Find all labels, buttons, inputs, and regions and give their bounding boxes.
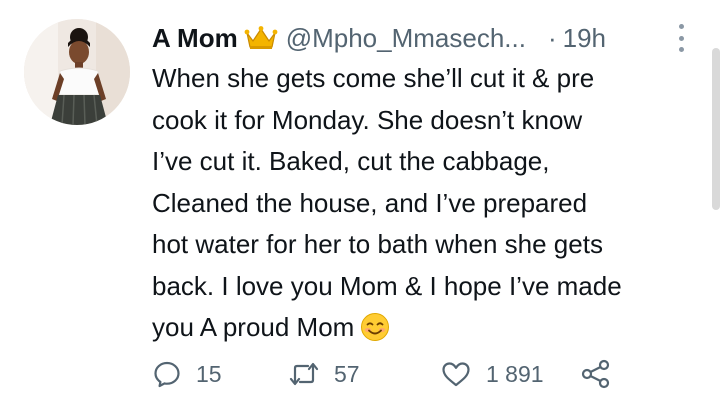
tweet[interactable]: A Mom @Mpho_Mmasech... · 19h When she ge… [0, 0, 720, 420]
heart-icon [442, 362, 470, 387]
retweet-icon [289, 362, 319, 386]
tweet-text-line: I’ve cut it. Baked, cut the cabbage, [152, 146, 550, 176]
retweet-button[interactable]: 57 [288, 356, 360, 392]
share-button[interactable] [580, 356, 612, 392]
tweet-text-line: back. I love you Mom & I hope I’ve made [152, 270, 622, 301]
tweet-text-line: When she gets come she’ll cut it & pre [152, 63, 595, 93]
like-count: 1 891 [486, 360, 544, 387]
separator-dot: · [547, 22, 557, 53]
avatar-photo [24, 19, 130, 125]
tweet-text-line: you A proud Mom [152, 312, 355, 342]
tweet-header: A Mom @Mpho_Mmasech... · 19h [152, 20, 690, 56]
reply-count: 15 [196, 360, 222, 387]
retweet-count: 57 [334, 360, 360, 387]
tweet-text-line: cook it for Monday. She doesn’t know [152, 104, 583, 135]
tweet-text-line: hot water for her to bath when she gets [152, 229, 603, 259]
more-options-icon[interactable] [676, 24, 686, 52]
scrollbar[interactable] [712, 48, 720, 210]
timestamp[interactable]: 19h [563, 23, 606, 54]
smiling-face-icon [360, 312, 390, 342]
tweet-actions: 15 57 1 891 [152, 356, 622, 392]
tweet-text-last-line: you A proud Mom [152, 307, 700, 349]
crown-icon [244, 25, 278, 51]
avatar[interactable] [24, 19, 130, 125]
author-name[interactable]: A Mom [152, 23, 238, 54]
tweet-text: When she gets come she’ll cut it & pre c… [152, 58, 700, 349]
reply-icon [154, 361, 180, 388]
author-handle[interactable]: @Mpho_Mmasech... [286, 23, 526, 54]
tweet-text-line: Cleaned the house, and I’ve prepared [152, 187, 588, 218]
reply-button[interactable]: 15 [152, 356, 222, 392]
like-button[interactable]: 1 891 [440, 356, 544, 392]
share-icon [581, 359, 610, 389]
